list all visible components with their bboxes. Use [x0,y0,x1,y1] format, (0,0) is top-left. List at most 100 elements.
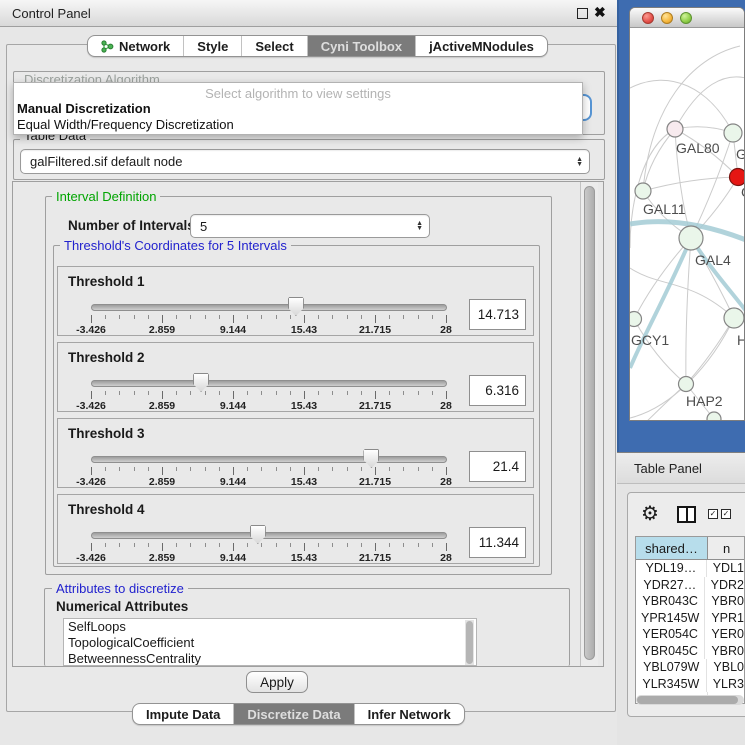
network-node-green[interactable] [679,377,694,392]
network-edge[interactable] [634,238,691,319]
threshold-value-field[interactable]: 6.316 [469,375,526,406]
tick-mark [205,391,206,395]
shared-name-cell[interactable]: YLR345W [636,676,707,693]
tab-infer-network[interactable]: Infer Network [354,704,464,724]
tab-jactivemnodules[interactable]: jActiveMNodules [415,36,547,56]
network-edge-thick[interactable] [630,238,691,368]
split-columns-icon[interactable] [677,506,696,523]
tick-label: 28 [440,324,452,336]
network-node-green[interactable] [635,183,651,199]
shared-name-cell[interactable]: YBL079W [636,659,707,676]
network-node-green[interactable] [630,312,642,327]
network-node-green[interactable] [724,124,742,142]
minimize-traffic-light[interactable] [661,12,673,24]
slider-track[interactable] [91,304,447,311]
column-header-shared-name[interactable]: shared… [636,537,708,559]
network-edge[interactable] [686,238,691,384]
tab-select[interactable]: Select [241,36,306,56]
vertical-scrollbar[interactable] [580,182,598,666]
name-cell[interactable]: YDR2 [705,577,744,594]
tick-mark [432,467,433,471]
name-cell[interactable]: YBR0 [705,593,744,610]
slider-thumb[interactable] [250,525,266,544]
table-row[interactable]: YLR345WYLR3 [636,676,744,693]
threshold-value-field[interactable]: 11.344 [469,527,526,558]
name-cell[interactable]: YER0 [705,626,744,643]
tick-label: 21.715 [359,400,391,412]
tab-network[interactable]: Network [88,36,183,56]
tick-mark [290,391,291,395]
tab-impute-data[interactable]: Impute Data [133,704,233,724]
network-edge[interactable] [686,318,734,384]
table-row[interactable]: YPR145WYPR1 [636,610,744,627]
slider-track[interactable] [91,532,447,539]
network-view-window[interactable]: GAL80GCGAL11GAL4GCY1HHAP2 [629,7,745,421]
tab-cyni-toolbox[interactable]: Cyni Toolbox [307,36,415,56]
column-header-name[interactable]: n [708,537,744,559]
settings-gear-icon[interactable]: ⚙ [641,501,659,526]
network-node-green[interactable] [707,412,721,421]
shared-name-cell[interactable]: YBR043C [636,593,705,610]
node-label: HAP2 [686,393,723,409]
zoom-traffic-light[interactable] [680,12,692,24]
slider-track[interactable] [91,380,447,387]
slider-track[interactable] [91,456,447,463]
scrollbar-thumb[interactable] [584,186,595,660]
attribute-list-item[interactable]: TopologicalCoefficient [64,635,476,651]
slider-thumb[interactable] [288,297,304,316]
network-edge-thick[interactable] [691,238,744,311]
slider-ticks [91,543,447,552]
dropdown-option-equal-width[interactable]: Equal Width/Frequency Discretization [14,117,582,133]
shared-name-cell[interactable]: YPR145W [636,610,705,627]
attribute-list-item[interactable]: BetweennessCentrality [64,651,476,666]
tick-mark [119,543,120,547]
close-traffic-light[interactable] [642,12,654,24]
network-node-red[interactable] [730,169,745,186]
dropdown-option-manual[interactable]: Manual Discretization [14,101,582,117]
attribute-list-item[interactable]: SelfLoops [64,619,476,635]
table-data-combobox[interactable]: galFiltered.sif default node ▲▼ [20,149,590,174]
name-cell[interactable]: YDL1 [707,560,744,577]
network-edge[interactable] [643,46,740,191]
network-node-green[interactable] [724,308,744,328]
name-cell[interactable]: YBR0 [705,643,744,660]
checked-box-icon[interactable]: ✓ [708,509,718,519]
network-node-green[interactable] [679,226,703,250]
slider-thumb[interactable] [363,449,379,468]
network-node-pink[interactable] [667,121,683,137]
name-cell[interactable]: YPR1 [705,610,744,627]
float-window-icon[interactable] [577,8,588,19]
shared-name-cell[interactable]: YER054C [636,626,705,643]
shared-name-cell[interactable]: YDR27… [636,577,705,594]
table-horizontal-scrollbar[interactable] [636,695,744,705]
threshold-value-field[interactable]: 21.4 [469,451,526,482]
shared-name-cell[interactable]: YDL19… [636,560,707,577]
checked-box-icon[interactable]: ✓ [721,509,731,519]
network-window-titlebar[interactable] [630,8,744,28]
shared-name-cell[interactable]: YBR045C [636,643,705,660]
tick-mark [205,467,206,471]
numerical-attributes-list[interactable]: SelfLoopsTopologicalCoefficientBetweenne… [63,618,477,666]
table-row[interactable]: YER054CYER0 [636,626,744,643]
tab-style[interactable]: Style [183,36,241,56]
network-edge[interactable] [643,177,738,191]
table-row[interactable]: YBL079WYBL0 [636,659,744,676]
name-cell[interactable]: YLR3 [707,676,744,693]
network-canvas[interactable]: GAL80GCGAL11GAL4GCY1HHAP2 [630,28,744,421]
name-cell[interactable]: YBL0 [707,659,744,676]
apply-button[interactable]: Apply [246,671,308,693]
table-row[interactable]: YBR043CYBR0 [636,593,744,610]
number-of-intervals-combobox[interactable]: 5 ▲▼ [190,214,430,238]
table-row[interactable]: YDR27…YDR2 [636,577,744,594]
table-row[interactable]: YBR045CYBR0 [636,643,744,660]
column-visibility-icons[interactable]: ✓ ✓ [708,509,731,519]
threshold-value-field[interactable]: 14.713 [469,299,526,330]
tab-discretize-data[interactable]: Discretize Data [233,704,353,724]
network-edge[interactable] [634,319,686,384]
slider-thumb[interactable] [193,373,209,392]
tick-mark [190,315,191,319]
table-row[interactable]: YDL19…YDL1 [636,560,744,577]
close-icon[interactable]: ✖ [594,4,606,21]
tick-mark [361,315,362,319]
list-scrollbar[interactable] [465,620,474,665]
